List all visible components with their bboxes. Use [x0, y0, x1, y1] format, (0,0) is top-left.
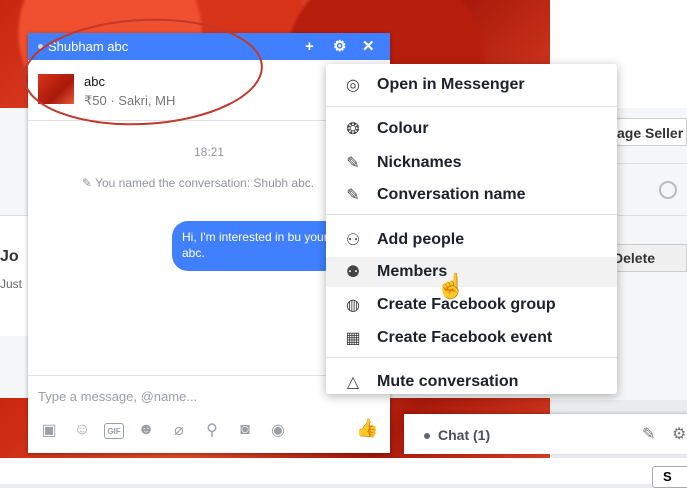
message-input[interactable]: Type a message, @name...: [38, 389, 197, 404]
menu-divider: [326, 106, 617, 107]
page-footer: [0, 458, 687, 484]
product-price-location: ₹50 · Sakri, MH: [84, 93, 176, 108]
voice-icon[interactable]: ◉: [267, 419, 289, 441]
attachment-icon[interactable]: ⌀: [168, 419, 190, 441]
system-message: ✎ You named the conversation: Shubh abc.: [58, 175, 338, 191]
close-icon[interactable]: ✕: [362, 33, 375, 60]
post-card: [0, 215, 28, 336]
menu-item-label: Create Facebook event: [377, 329, 553, 346]
group-circle-icon: ◍: [346, 297, 360, 314]
compose-icon[interactable]: ✎: [642, 424, 655, 444]
menu-item-label: Add people: [377, 231, 465, 248]
system-message-text: You named the conversation: Shubh abc.: [95, 176, 315, 190]
calendar-icon: ▦: [345, 330, 361, 347]
photo-icon[interactable]: ▣: [38, 419, 60, 441]
menu-divider: [326, 214, 617, 215]
gif-icon[interactable]: GIF: [104, 423, 124, 439]
footer-button[interactable]: S: [652, 466, 687, 488]
menu-item-label: Nicknames: [377, 154, 462, 171]
menu-item-add-people[interactable]: ⚇ Add people: [326, 225, 617, 255]
menu-item-colour[interactable]: ❂ Colour: [326, 114, 617, 144]
group-icon: ⚉: [345, 264, 361, 281]
presence-dot-icon: [424, 433, 430, 439]
radio-icon[interactable]: [659, 181, 677, 199]
menu-item-label: Open in Messenger: [377, 76, 525, 93]
menu-divider: [326, 357, 617, 358]
emoji-icon[interactable]: ☻: [135, 419, 157, 441]
composer-toolbar: ▣ ☺ GIF ☻ ⌀ ⚲ ◙ ◉: [38, 419, 289, 441]
hand-cursor-icon: ☝: [436, 273, 466, 300]
chat-count-label: Chat (1): [438, 427, 491, 443]
post-author[interactable]: Jo: [0, 248, 19, 266]
add-icon[interactable]: +: [305, 33, 314, 60]
chat-header[interactable]: Shubham abc + ⚙ ✕: [28, 33, 390, 60]
chat-title[interactable]: Shubham abc: [48, 33, 128, 60]
menu-item-members[interactable]: ⚉ Members: [326, 257, 617, 287]
add-person-icon: ⚇: [345, 232, 361, 249]
pencil-icon: ✎: [81, 176, 96, 190]
payment-icon[interactable]: ⚲: [201, 419, 223, 441]
gear-icon[interactable]: ⚙: [672, 424, 686, 444]
menu-item-label: Conversation name: [377, 186, 526, 203]
menu-item-nicknames[interactable]: ✎ Nicknames: [326, 148, 617, 178]
chat-sidebar-bar[interactable]: Chat (1) ✎ ⚙: [404, 414, 687, 454]
presence-dot-icon: [38, 44, 43, 49]
menu-item-open-in-messenger[interactable]: ◎ Open in Messenger: [326, 70, 617, 100]
pencil-icon: ✎: [346, 155, 360, 172]
product-name: abc: [84, 74, 105, 89]
menu-item-label: Mute conversation: [377, 373, 519, 390]
like-icon[interactable]: 👍: [356, 418, 378, 439]
menu-item-label: Create Facebook group: [377, 296, 556, 313]
camera-icon[interactable]: ◙: [234, 419, 256, 441]
product-thumbnail[interactable]: [38, 74, 74, 104]
post-time: Just: [0, 277, 23, 291]
menu-item-create-facebook-event[interactable]: ▦ Create Facebook event: [326, 323, 617, 353]
menu-item-conversation-name[interactable]: ✎ Conversation name: [326, 180, 617, 210]
bell-icon: △: [346, 374, 360, 391]
sticker-icon[interactable]: ☺: [71, 419, 93, 441]
menu-item-create-facebook-group[interactable]: ◍ Create Facebook group: [326, 290, 617, 320]
chat-options-menu: ◎ Open in Messenger ❂ Colour ✎ Nicknames…: [326, 64, 617, 394]
menu-item-mute-conversation[interactable]: △ Mute conversation: [326, 367, 617, 394]
pencil-icon: ✎: [346, 187, 360, 204]
gear-icon[interactable]: ⚙: [333, 33, 346, 60]
menu-item-label: Colour: [377, 120, 429, 137]
palette-icon: ❂: [346, 121, 360, 138]
messenger-icon: ◎: [346, 77, 360, 94]
